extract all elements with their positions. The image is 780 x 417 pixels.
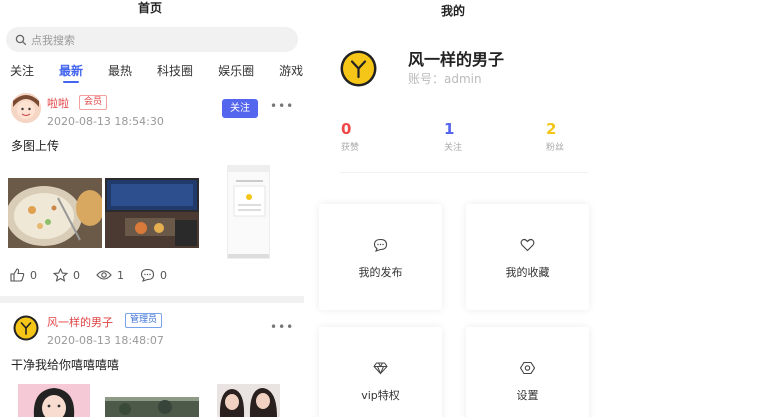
tab-games[interactable]: 游戏 [279,58,303,84]
profile-name: 风一样的男子 [408,50,505,69]
stat-likes[interactable]: 0 获赞 [341,120,381,153]
settings-label: 设置 [516,389,539,402]
avatar[interactable] [11,93,41,123]
tab-entertainment[interactable]: 娱乐圈 [218,58,254,84]
mine-screen: 我的 风一样的男子 账号：admin 0 获赞 1 关注 2 粉丝 我的发布 我… [304,0,780,417]
vip-label: vip特权 [361,389,400,402]
more-options-icon[interactable]: ••• [270,99,294,113]
post-divider [0,296,304,303]
thumbs-up-icon [10,268,25,282]
comment-count: 0 [160,268,167,282]
home-screen: 首页 点我搜索 关注 最新 最热 科技圈 娱乐圈 游戏 啦啦 会员 2020-0… [0,0,304,417]
views-action: 1 [96,269,124,282]
home-title: 首页 [138,1,163,15]
follow-button[interactable]: 关注 [222,99,258,118]
post-image-screenshot[interactable] [227,165,270,259]
stat-fans-label: 粉丝 [546,143,565,153]
member-badge: 会员 [79,95,108,110]
post-username[interactable]: 啦啦 [47,95,69,111]
post-image-group[interactable] [217,384,280,417]
food-photo [8,178,102,248]
like-count: 0 [30,268,37,282]
view-count: 1 [117,268,124,282]
post-image-portrait[interactable] [18,384,90,417]
account-id: 账号：admin [408,72,482,86]
logo-avatar-icon [340,50,377,87]
post-username[interactable]: 风一样的男子 [47,314,113,330]
favorite-action[interactable]: 0 [53,268,80,282]
avatar[interactable] [13,315,39,341]
post-image-food[interactable] [8,178,102,248]
mine-title: 我的 [441,4,466,18]
post-image-laptop[interactable] [105,178,199,248]
comment-icon [140,268,155,282]
app-root: 首页 点我搜索 关注 最新 最热 科技圈 娱乐圈 游戏 啦啦 会员 2020-0… [0,0,780,417]
star-icon [53,268,68,282]
phone-screenshot [228,166,269,258]
diamond-icon [373,362,388,375]
post-content: 多图上传 [11,139,60,153]
my-favorites-card[interactable]: 我的收藏 [466,204,589,310]
my-favorites-label: 我的收藏 [505,266,550,279]
more-options-icon[interactable]: ••• [270,320,294,334]
search-placeholder: 点我搜索 [31,33,75,47]
laptop-photo [105,178,199,248]
profile-avatar[interactable] [340,50,377,87]
favorite-count: 0 [73,268,80,282]
post-content: 干净我给你嘻嘻嘻嘻 [11,358,120,372]
eye-icon [96,270,112,280]
user-avatar-image [11,93,41,123]
post-time: 2020-08-13 18:54:30 [47,115,164,128]
stat-following-value: 1 [444,120,455,138]
settings-card[interactable]: 设置 [466,327,589,417]
like-action[interactable]: 0 [10,268,37,282]
stat-fans-value: 2 [546,120,557,138]
search-icon [15,34,27,45]
tab-latest[interactable]: 最新 [59,58,83,84]
outdoor-photo [105,397,199,417]
tab-hot[interactable]: 最热 [108,58,132,84]
section-divider [340,172,588,173]
stat-likes-value: 0 [341,120,352,138]
post-card[interactable]: 啦啦 会员 2020-08-13 18:54:30 关注 ••• 多图上传 0 … [0,90,304,296]
heart-icon [520,238,535,252]
search-input[interactable]: 点我搜索 [6,27,298,52]
logo-avatar-icon [13,315,39,341]
category-tabs: 关注 最新 最热 科技圈 娱乐圈 游戏 [0,58,304,84]
tab-tech[interactable]: 科技圈 [157,58,193,84]
stat-likes-label: 获赞 [341,143,360,153]
stat-fans[interactable]: 2 粉丝 [546,120,586,153]
post-card[interactable]: 风一样的男子 管理员 2020-08-13 18:48:07 ••• 干净我给你… [0,303,304,417]
tab-following[interactable]: 关注 [10,58,34,84]
post-time: 2020-08-13 18:48:07 [47,334,164,347]
gear-icon [520,361,535,375]
my-posts-label: 我的发布 [358,266,403,279]
my-posts-card[interactable]: 我的发布 [319,204,442,310]
comment-icon [373,238,388,252]
portrait-photo [18,384,90,417]
admin-badge: 管理员 [125,313,163,328]
vip-card[interactable]: vip特权 [319,327,442,417]
comment-action[interactable]: 0 [140,268,167,282]
post-image-outdoor[interactable] [105,397,199,417]
stat-following[interactable]: 1 关注 [444,120,484,153]
stat-following-label: 关注 [444,143,463,153]
post-actions: 0 0 1 0 [10,268,183,282]
group-photo [217,384,280,417]
